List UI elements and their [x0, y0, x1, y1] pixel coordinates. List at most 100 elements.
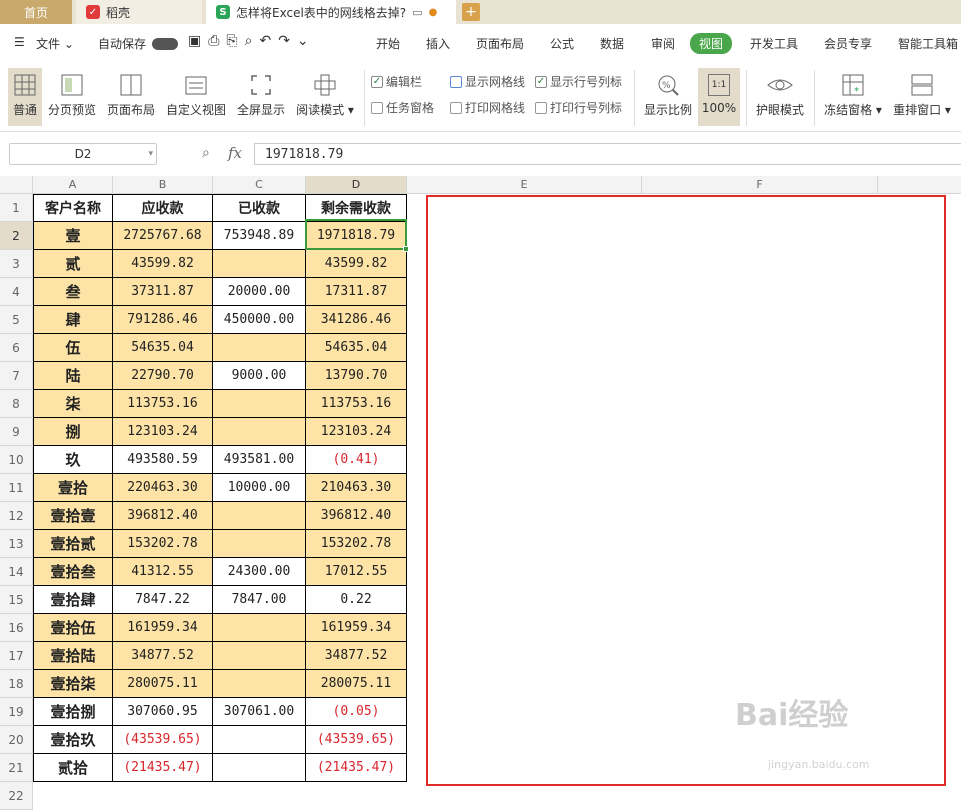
customer-name-cell[interactable]: 贰拾	[33, 754, 113, 782]
row-header-15[interactable]: 15	[0, 586, 33, 614]
table-cell[interactable]: (21435.47)	[306, 754, 407, 782]
menu-start[interactable]: 开始	[376, 35, 400, 52]
table-cell[interactable]: 2725767.68	[113, 222, 213, 250]
row-header-5[interactable]: 5	[0, 306, 33, 334]
normal-view-button[interactable]: 普通	[8, 68, 42, 126]
customer-name-cell[interactable]: 壹拾肆	[33, 586, 113, 614]
task-pane-checkbox[interactable]: 任务窗格	[371, 99, 434, 116]
customer-name-cell[interactable]: 陆	[33, 362, 113, 390]
table-cell[interactable]: 34877.52	[113, 642, 213, 670]
header-cell[interactable]: 已收款	[213, 194, 306, 222]
table-cell[interactable]: 220463.30	[113, 474, 213, 502]
table-cell[interactable]: 123103.24	[306, 418, 407, 446]
table-cell[interactable]	[213, 418, 306, 446]
row-header-13[interactable]: 13	[0, 530, 33, 558]
table-cell[interactable]: 153202.78	[306, 530, 407, 558]
show-gridlines-checkbox[interactable]: 显示网格线	[450, 73, 525, 90]
header-cell[interactable]: 剩余需收款	[306, 194, 407, 222]
present-icon[interactable]: ▭	[412, 6, 422, 19]
row-header-3[interactable]: 3	[0, 250, 33, 278]
table-cell[interactable]: 123103.24	[113, 418, 213, 446]
eye-mode-button[interactable]: 护眼模式	[752, 74, 808, 118]
row-header-7[interactable]: 7	[0, 362, 33, 390]
table-cell[interactable]: 37311.87	[113, 278, 213, 306]
customer-name-cell[interactable]: 壹拾陆	[33, 642, 113, 670]
customer-name-cell[interactable]: 叁	[33, 278, 113, 306]
table-cell[interactable]	[213, 390, 306, 418]
row-header-2[interactable]: 2	[0, 222, 33, 250]
table-cell[interactable]: 307060.95	[113, 698, 213, 726]
new-tab-button[interactable]: +	[462, 3, 480, 21]
table-cell[interactable]: 1971818.79	[306, 222, 407, 250]
table-cell[interactable]: 10000.00	[213, 474, 306, 502]
table-cell[interactable]: (0.41)	[306, 446, 407, 474]
customer-name-cell[interactable]: 玖	[33, 446, 113, 474]
table-cell[interactable]	[213, 754, 306, 782]
quick-access-icons[interactable]: ▣⎙⎘⌕↶↷⌄	[188, 33, 316, 49]
table-cell[interactable]: 22790.70	[113, 362, 213, 390]
table-cell[interactable]: 43599.82	[113, 250, 213, 278]
table-cell[interactable]: 54635.04	[113, 334, 213, 362]
table-cell[interactable]	[213, 642, 306, 670]
menu-smart-tools[interactable]: 智能工具箱	[898, 35, 958, 52]
table-cell[interactable]: 17311.87	[306, 278, 407, 306]
custom-view-button[interactable]: 自定义视图	[165, 74, 227, 118]
zoom-button[interactable]: % 显示比例	[642, 74, 694, 118]
print-gridlines-checkbox[interactable]: 打印网格线	[450, 99, 525, 116]
table-cell[interactable]	[213, 614, 306, 642]
row-header-12[interactable]: 12	[0, 502, 33, 530]
row-header-20[interactable]: 20	[0, 726, 33, 754]
table-cell[interactable]: 493581.00	[213, 446, 306, 474]
show-headings-checkbox[interactable]: ✓ 显示行号列标	[535, 73, 622, 90]
customer-name-cell[interactable]: 壹拾玖	[33, 726, 113, 754]
fill-handle[interactable]	[403, 246, 409, 252]
customer-name-cell[interactable]: 壹拾	[33, 474, 113, 502]
table-cell[interactable]: 753948.89	[213, 222, 306, 250]
column-header-d[interactable]: D	[306, 176, 407, 194]
table-cell[interactable]: 13790.70	[306, 362, 407, 390]
customer-name-cell[interactable]: 壹拾壹	[33, 502, 113, 530]
row-header-10[interactable]: 10	[0, 446, 33, 474]
table-cell[interactable]	[213, 250, 306, 278]
row-header-17[interactable]: 17	[0, 642, 33, 670]
name-box[interactable]: D2 ▾	[9, 143, 157, 165]
menu-member[interactable]: 会员专享	[824, 35, 872, 52]
header-cell[interactable]: 应收款	[113, 194, 213, 222]
customer-name-cell[interactable]: 壹拾伍	[33, 614, 113, 642]
menu-data[interactable]: 数据	[600, 35, 624, 52]
table-cell[interactable]: 9000.00	[213, 362, 306, 390]
table-cell[interactable]: 161959.34	[306, 614, 407, 642]
zoom-100-button[interactable]: 1:1 100%	[698, 68, 740, 126]
formula-bar-checkbox[interactable]: ✓ 编辑栏	[371, 73, 422, 90]
menu-insert[interactable]: 插入	[426, 35, 450, 52]
tab-document[interactable]: S 怎样将Excel表中的网线格去掉? ▭ ●	[206, 0, 456, 24]
customer-name-cell[interactable]: 捌	[33, 418, 113, 446]
row-header-19[interactable]: 19	[0, 698, 33, 726]
function-icon[interactable]: fx	[228, 144, 242, 162]
table-cell[interactable]: 450000.00	[213, 306, 306, 334]
table-cell[interactable]: 7847.22	[113, 586, 213, 614]
menu-review[interactable]: 审阅	[651, 35, 675, 52]
table-cell[interactable]	[213, 334, 306, 362]
row-header-16[interactable]: 16	[0, 614, 33, 642]
row-header-8[interactable]: 8	[0, 390, 33, 418]
table-cell[interactable]: 54635.04	[306, 334, 407, 362]
row-header-11[interactable]: 11	[0, 474, 33, 502]
table-cell[interactable]: 0.22	[306, 586, 407, 614]
table-cell[interactable]: 153202.78	[113, 530, 213, 558]
page-layout-button[interactable]: 页面布局	[105, 74, 157, 118]
table-cell[interactable]: (21435.47)	[113, 754, 213, 782]
row-header-4[interactable]: 4	[0, 278, 33, 306]
table-cell[interactable]	[213, 726, 306, 754]
zoom-search-icon[interactable]: ⌕	[202, 145, 210, 161]
table-cell[interactable]: 43599.82	[306, 250, 407, 278]
reading-mode-button[interactable]: 阅读模式 ▾	[295, 74, 355, 118]
menu-view[interactable]: 视图	[690, 33, 733, 54]
table-cell[interactable]: 791286.46	[113, 306, 213, 334]
autosave-toggle[interactable]	[152, 38, 178, 50]
table-cell[interactable]: 41312.55	[113, 558, 213, 586]
table-cell[interactable]: 280075.11	[306, 670, 407, 698]
table-cell[interactable]: 24300.00	[213, 558, 306, 586]
rearrange-windows-button[interactable]: 重排窗口 ▾	[890, 74, 954, 118]
row-header-14[interactable]: 14	[0, 558, 33, 586]
